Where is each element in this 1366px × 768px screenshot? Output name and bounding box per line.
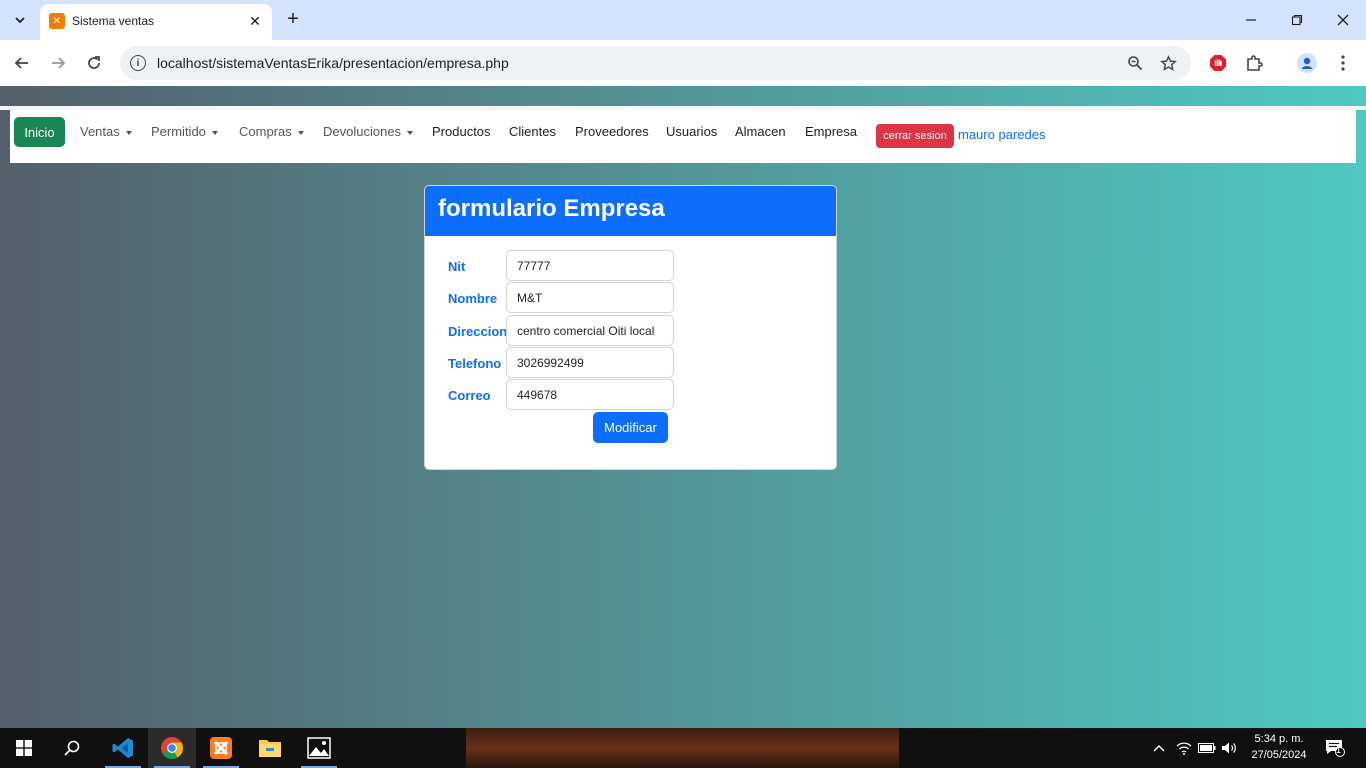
nav-link-usuarios[interactable]: Usuarios <box>666 124 717 139</box>
close-window-icon[interactable] <box>1328 6 1358 34</box>
nombre-field[interactable] <box>506 282 674 313</box>
profile-avatar-icon[interactable] <box>1296 52 1318 74</box>
file-explorer-icon[interactable] <box>246 728 294 768</box>
label-nombre: Nombre <box>448 291 498 306</box>
clock-date: 27/05/2024 <box>1251 749 1307 761</box>
vscode-icon[interactable] <box>99 728 147 768</box>
chrome-icon[interactable] <box>148 728 196 768</box>
label-nit: Nit <box>448 259 466 274</box>
direccion-field[interactable] <box>506 315 674 346</box>
start-button-windows-icon[interactable] <box>0 728 48 768</box>
restore-icon[interactable] <box>1282 6 1312 34</box>
nav-dropdown-compras[interactable]: Compras <box>239 124 304 139</box>
logout-button[interactable]: cerrar sesion <box>876 124 954 148</box>
card-header: formulario Empresa <box>425 186 836 236</box>
address-url[interactable]: localhost/sistemaVentasErika/presentacio… <box>157 55 509 71</box>
nav-dropdown-permitido[interactable]: Permitido <box>151 124 218 139</box>
nit-field[interactable] <box>506 250 674 281</box>
windows-taskbar: 5:34 p. m. 27/05/2024 1 <box>0 728 1366 768</box>
tab-title: Sistema ventas <box>72 14 155 28</box>
site-info-icon[interactable]: i <box>130 55 146 71</box>
inicio-button[interactable]: Inicio <box>14 117 65 147</box>
nav-dropdown-ventas[interactable]: Ventas <box>80 124 132 139</box>
label-correo: Correo <box>448 388 491 403</box>
modificar-button[interactable]: Modificar <box>593 412 668 443</box>
search-icon[interactable] <box>48 728 96 768</box>
taskbar-thumbnail-strip <box>466 728 899 768</box>
nav-link-empresa[interactable]: Empresa <box>805 124 857 139</box>
form-title: formulario Empresa <box>438 195 665 222</box>
browser-tab-bar: ✕ Sistema ventas ✕ + <box>0 0 1366 40</box>
tab-search-chevron-icon[interactable] <box>8 8 32 32</box>
extensions-puzzle-icon[interactable] <box>1243 52 1265 74</box>
user-name-link[interactable]: mauro paredes <box>958 127 1045 142</box>
xampp-icon[interactable] <box>197 728 245 768</box>
new-tab-icon[interactable]: + <box>282 8 304 30</box>
label-direccion: Direccion <box>448 324 508 339</box>
reload-icon[interactable] <box>82 51 106 75</box>
taskbar-clock[interactable]: 5:34 p. m. 27/05/2024 <box>1244 731 1314 763</box>
bookmark-star-icon[interactable] <box>1158 53 1178 73</box>
nav-link-productos[interactable]: Productos <box>432 124 491 139</box>
browser-tab[interactable]: ✕ Sistema ventas ✕ <box>40 4 272 40</box>
nav-link-almacen[interactable]: Almacen <box>735 124 786 139</box>
browser-menu-icon[interactable] <box>1332 52 1354 74</box>
notifications-icon[interactable]: 1 <box>1323 738 1347 758</box>
caret-down-icon <box>125 130 132 135</box>
forward-arrow-icon[interactable] <box>46 51 70 75</box>
chevron-up-icon[interactable] <box>1149 738 1169 758</box>
empresa-form-card: formulario Empresa Nit Nombre Direccion … <box>424 185 837 470</box>
back-arrow-icon[interactable] <box>10 51 34 75</box>
caret-down-icon <box>407 130 414 135</box>
tab-close-icon[interactable]: ✕ <box>246 12 264 30</box>
volume-icon[interactable] <box>1220 738 1240 758</box>
nav-link-proveedores[interactable]: Proveedores <box>575 124 649 139</box>
adblock-extension-icon[interactable] <box>1207 52 1229 74</box>
nav-dropdown-devoluciones[interactable]: Devoluciones <box>323 124 414 139</box>
page-background: Inicio Ventas Permitido Compras Devoluci… <box>0 86 1366 728</box>
label-telefono: Telefono <box>448 356 502 371</box>
telefono-field[interactable] <box>506 347 674 378</box>
nav-link-clientes[interactable]: Clientes <box>509 124 556 139</box>
battery-icon[interactable] <box>1197 738 1217 758</box>
notification-count-badge: 1 <box>1336 745 1342 755</box>
address-bar[interactable]: i localhost/sistemaVentasErika/presentac… <box>120 46 1191 80</box>
main-navbar: Inicio Ventas Permitido Compras Devoluci… <box>10 110 1356 163</box>
zoom-icon[interactable] <box>1125 53 1145 73</box>
correo-field[interactable] <box>506 379 674 410</box>
caret-down-icon <box>211 130 218 135</box>
minimize-icon[interactable] <box>1236 6 1266 34</box>
photos-app-icon[interactable] <box>295 728 343 768</box>
xampp-favicon-icon: ✕ <box>49 13 65 29</box>
caret-down-icon <box>297 130 304 135</box>
clock-time: 5:34 p. m. <box>1254 733 1304 745</box>
wifi-icon[interactable] <box>1174 738 1194 758</box>
browser-toolbar: i localhost/sistemaVentasErika/presentac… <box>0 40 1366 86</box>
